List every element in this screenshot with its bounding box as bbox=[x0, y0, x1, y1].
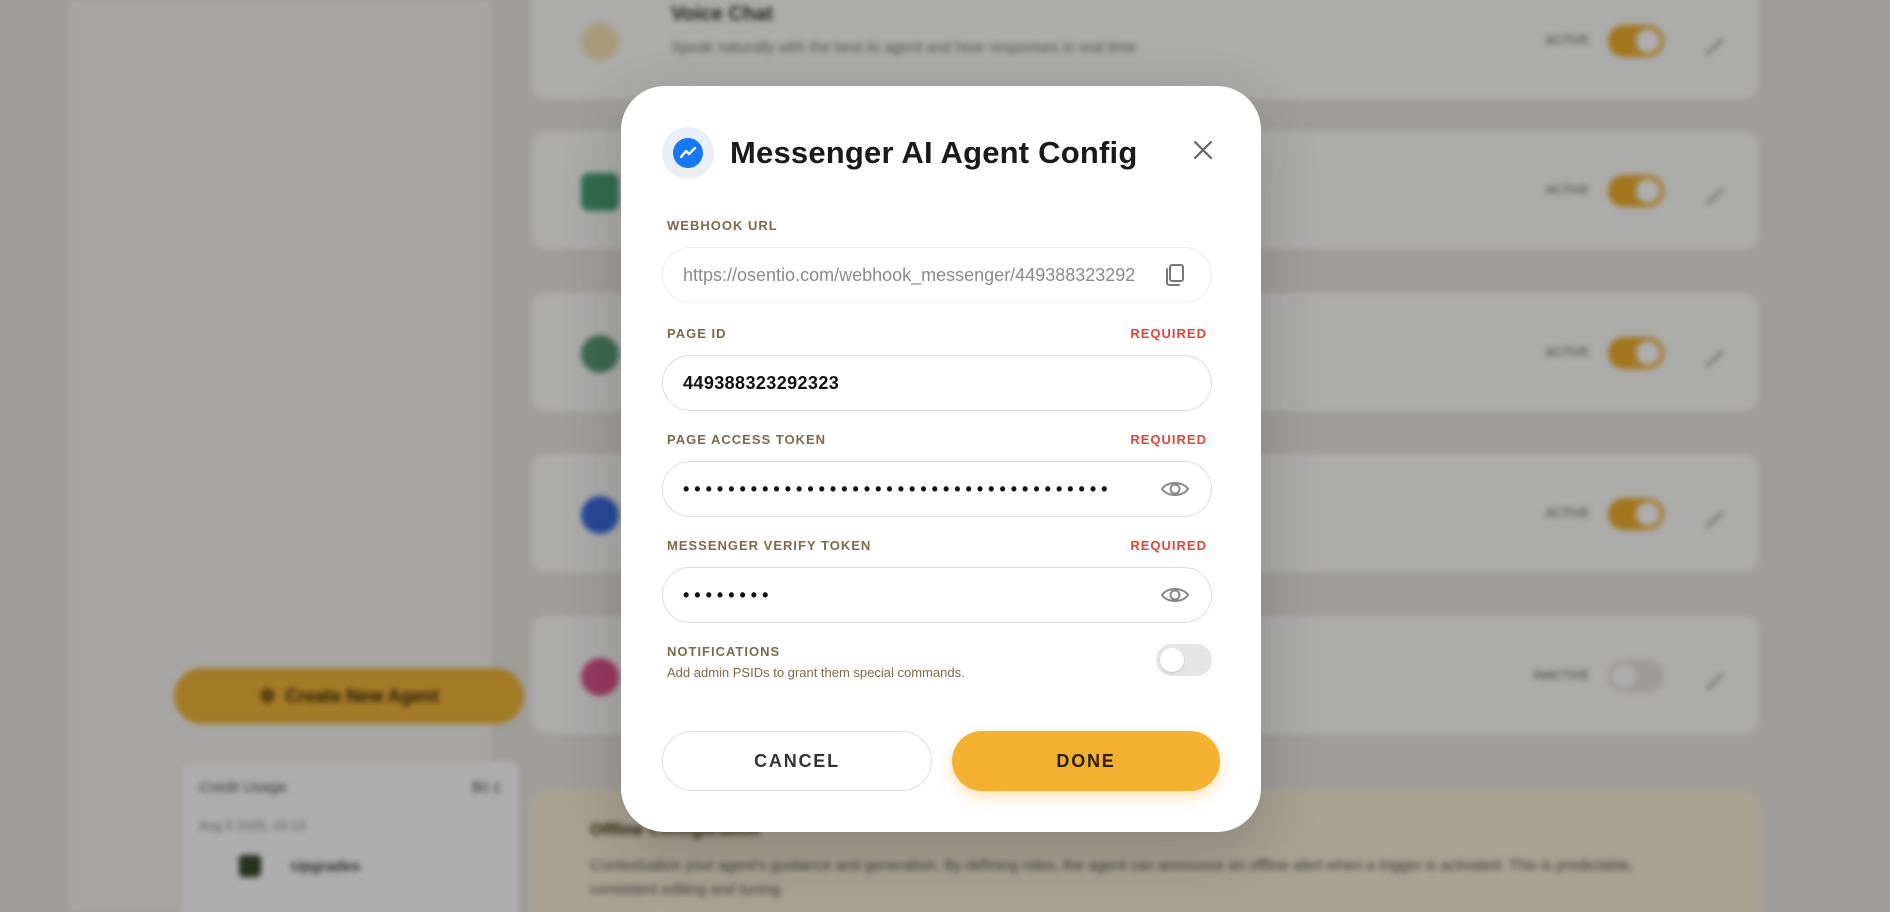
dialog-title: Messenger AI Agent Config bbox=[730, 135, 1138, 170]
webhook-url-field: WEBHOOK URL https://osentio.com/webhook_… bbox=[662, 218, 1212, 303]
messenger-icon bbox=[673, 138, 703, 168]
show-token-button[interactable] bbox=[1159, 473, 1191, 505]
webhook-url-value: https://osentio.com/webhook_messenger/44… bbox=[683, 264, 1136, 285]
webhook-url-label: WEBHOOK URL bbox=[667, 218, 778, 233]
page-access-token-field: PAGE ACCESS TOKEN REQUIRED •••••••••••••… bbox=[662, 432, 1212, 517]
verify-token-input[interactable]: •••••••• bbox=[662, 567, 1212, 623]
required-badge: REQUIRED bbox=[1130, 538, 1207, 553]
required-badge: REQUIRED bbox=[1130, 432, 1207, 447]
show-verify-token-button[interactable] bbox=[1159, 579, 1191, 611]
required-badge: REQUIRED bbox=[1130, 326, 1207, 341]
page-id-value: 449388323292323 bbox=[683, 372, 840, 393]
notifications-setting: NOTIFICATIONS Add admin PSIDs to grant t… bbox=[667, 644, 1212, 680]
messenger-logo bbox=[662, 127, 714, 179]
notifications-toggle[interactable] bbox=[1156, 644, 1212, 676]
eye-icon bbox=[1160, 482, 1190, 496]
done-button[interactable]: DONE bbox=[952, 731, 1220, 791]
page-id-input[interactable]: 449388323292323 bbox=[662, 355, 1212, 411]
copy-icon bbox=[1166, 264, 1184, 286]
messenger-config-dialog: Messenger AI Agent Config WEBHOOK URL ht… bbox=[621, 86, 1261, 832]
page-access-token-value: •••••••••••••••••••••••••••••••••••••• bbox=[683, 478, 1113, 499]
notifications-title: NOTIFICATIONS bbox=[667, 644, 781, 659]
page-id-label: PAGE ID bbox=[667, 326, 727, 341]
dialog-header: Messenger AI Agent Config bbox=[662, 127, 1137, 179]
eye-icon bbox=[1160, 588, 1190, 602]
copy-button[interactable] bbox=[1159, 259, 1191, 291]
close-button[interactable] bbox=[1189, 136, 1217, 164]
page-access-token-input[interactable]: •••••••••••••••••••••••••••••••••••••• bbox=[662, 461, 1212, 517]
page-access-token-label: PAGE ACCESS TOKEN bbox=[667, 432, 827, 447]
close-icon bbox=[1193, 140, 1213, 160]
page-id-field: PAGE ID REQUIRED 449388323292323 bbox=[662, 326, 1212, 411]
cancel-button[interactable]: CANCEL bbox=[662, 731, 932, 791]
notifications-subtitle: Add admin PSIDs to grant them special co… bbox=[667, 665, 965, 680]
verify-token-label: MESSENGER VERIFY TOKEN bbox=[667, 538, 872, 553]
verify-token-field: MESSENGER VERIFY TOKEN REQUIRED •••••••• bbox=[662, 538, 1212, 623]
webhook-url-input[interactable]: https://osentio.com/webhook_messenger/44… bbox=[662, 247, 1212, 303]
verify-token-value: •••••••• bbox=[683, 584, 774, 605]
